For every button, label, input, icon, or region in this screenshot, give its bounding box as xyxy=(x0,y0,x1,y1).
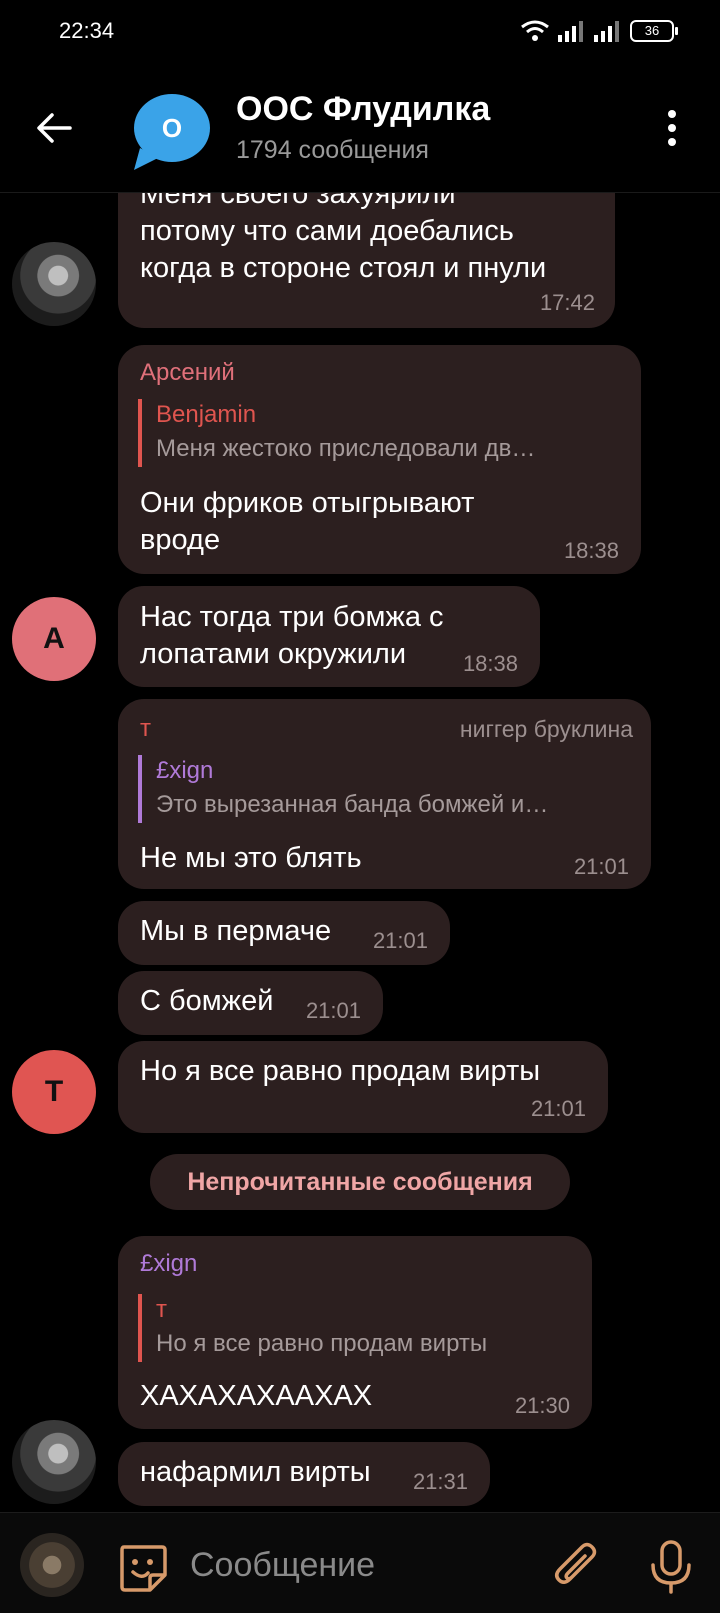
signal-icon-2 xyxy=(594,21,619,42)
message-time: 21:30 xyxy=(514,1393,570,1418)
reply-author: Benjamin xyxy=(156,401,257,428)
chat-title[interactable]: ООС Флудилка xyxy=(236,90,490,129)
unread-messages-divider: Непрочитанные сообщения xyxy=(150,1154,570,1210)
message-text-line: Но я все равно продам вирты xyxy=(140,1055,541,1087)
message-text-line: ХАХАХАХААХАХ xyxy=(140,1380,373,1412)
status-bar: 22:34 36 xyxy=(0,0,720,64)
message-time: 21:01 xyxy=(573,854,629,879)
message-list[interactable]: Меня своего захуярили потому что сами до… xyxy=(0,193,720,1511)
more-vertical-icon xyxy=(668,110,676,146)
voice-record-button[interactable] xyxy=(648,1539,694,1595)
back-arrow-icon xyxy=(37,113,72,143)
message-time: 21:01 xyxy=(372,928,428,953)
back-button[interactable] xyxy=(32,106,76,150)
sticker-smile-icon xyxy=(120,1545,167,1592)
send-as-avatar[interactable] xyxy=(20,1533,84,1597)
paperclip-icon xyxy=(555,1542,597,1584)
message-input[interactable] xyxy=(188,1535,532,1595)
status-icons: 36 xyxy=(520,20,678,42)
microphone-icon xyxy=(651,1540,691,1594)
battery-level: 36 xyxy=(644,23,660,38)
user-avatar[interactable] xyxy=(12,1420,96,1504)
message-time: 18:38 xyxy=(462,651,518,676)
signal-icon xyxy=(558,21,583,42)
attach-button[interactable] xyxy=(552,1541,600,1593)
reply-author: £xign xyxy=(156,757,214,784)
chat-avatar[interactable]: O xyxy=(128,90,212,174)
message-time: 18:38 xyxy=(563,538,619,563)
reply-author: т xyxy=(156,1296,167,1323)
message-text-line: С бомжей xyxy=(140,985,274,1017)
reply-preview[interactable]: Benjamin Меня жестоко приследовали дв… xyxy=(138,399,616,467)
message-time: 17:42 xyxy=(539,290,595,315)
wifi-icon xyxy=(521,20,549,41)
chat-avatar-letter: O xyxy=(162,113,182,143)
message-time: 21:01 xyxy=(530,1096,586,1121)
message-bubble[interactable]: т ниггер бруклина £xign Это вырезанная б… xyxy=(118,699,651,889)
message-text-line: Меня своего захуярили xyxy=(140,193,456,210)
user-avatar[interactable] xyxy=(12,242,96,326)
battery-icon: 36 xyxy=(630,20,678,42)
reply-text: Это вырезанная банда бомжей и… xyxy=(156,791,549,818)
message-bubble[interactable]: Мы в пермаче 21:01 xyxy=(118,901,450,965)
avatar-letter: T xyxy=(44,1075,64,1108)
composer-bar xyxy=(0,1512,720,1613)
message-text-line: Они фриков отыгрывают xyxy=(140,487,475,519)
message-text-line: когда в стороне стоял и пнули xyxy=(140,252,547,284)
message-bubble[interactable]: нафармил вирты 21:31 xyxy=(118,1442,490,1506)
message-text-line: лопатами окружили xyxy=(140,638,407,670)
avatar-letter: A xyxy=(43,622,65,655)
reply-text: Но я все равно продам вирты xyxy=(156,1330,488,1357)
sender-name[interactable]: £xign xyxy=(140,1250,197,1278)
message-text-line: Не мы это блять xyxy=(140,842,362,874)
message-time: 21:01 xyxy=(305,998,361,1023)
sender-name[interactable]: т xyxy=(140,715,151,743)
user-avatar-a[interactable]: A xyxy=(12,597,96,681)
reply-preview[interactable]: т Но я все равно продам вирты xyxy=(138,1294,576,1362)
reply-preview[interactable]: £xign Это вырезанная банда бомжей и… xyxy=(138,755,626,823)
chat-header: O ООС Флудилка 1794 сообщения xyxy=(0,64,720,193)
message-bubble[interactable]: С бомжей 21:01 xyxy=(118,971,383,1035)
message-text-line: нафармил вирты xyxy=(140,1456,371,1488)
sender-tag: ниггер бруклина xyxy=(459,716,633,742)
message-time: 21:31 xyxy=(412,1469,468,1494)
speech-bubble-avatar-icon: O xyxy=(134,94,210,170)
message-text-line: вроде xyxy=(140,524,221,556)
message-text-line: Нас тогда три бомжа с xyxy=(140,601,444,633)
status-time: 22:34 xyxy=(59,18,115,43)
chat-subtitle: 1794 сообщения xyxy=(236,136,429,164)
more-menu-button[interactable] xyxy=(652,106,692,150)
user-avatar-t[interactable]: T xyxy=(12,1050,96,1134)
message-bubble[interactable]: £xign т Но я все равно продам вирты ХАХА… xyxy=(118,1236,592,1429)
reply-text: Меня жестоко приследовали дв… xyxy=(156,435,536,462)
message-text-line: потому что сами доебались xyxy=(140,215,514,247)
message-bubble[interactable]: Но я все равно продам вирты 21:01 xyxy=(118,1041,608,1133)
message-bubble[interactable]: Меня своего захуярили потому что сами до… xyxy=(118,193,615,328)
emoji-button[interactable] xyxy=(118,1543,168,1593)
sender-name[interactable]: Арсений xyxy=(140,359,235,387)
message-bubble[interactable]: Нас тогда три бомжа с лопатами окружили … xyxy=(118,586,540,687)
message-text-line: Мы в пермаче xyxy=(140,915,332,947)
message-bubble[interactable]: Арсений Benjamin Меня жестоко приследова… xyxy=(118,345,641,574)
